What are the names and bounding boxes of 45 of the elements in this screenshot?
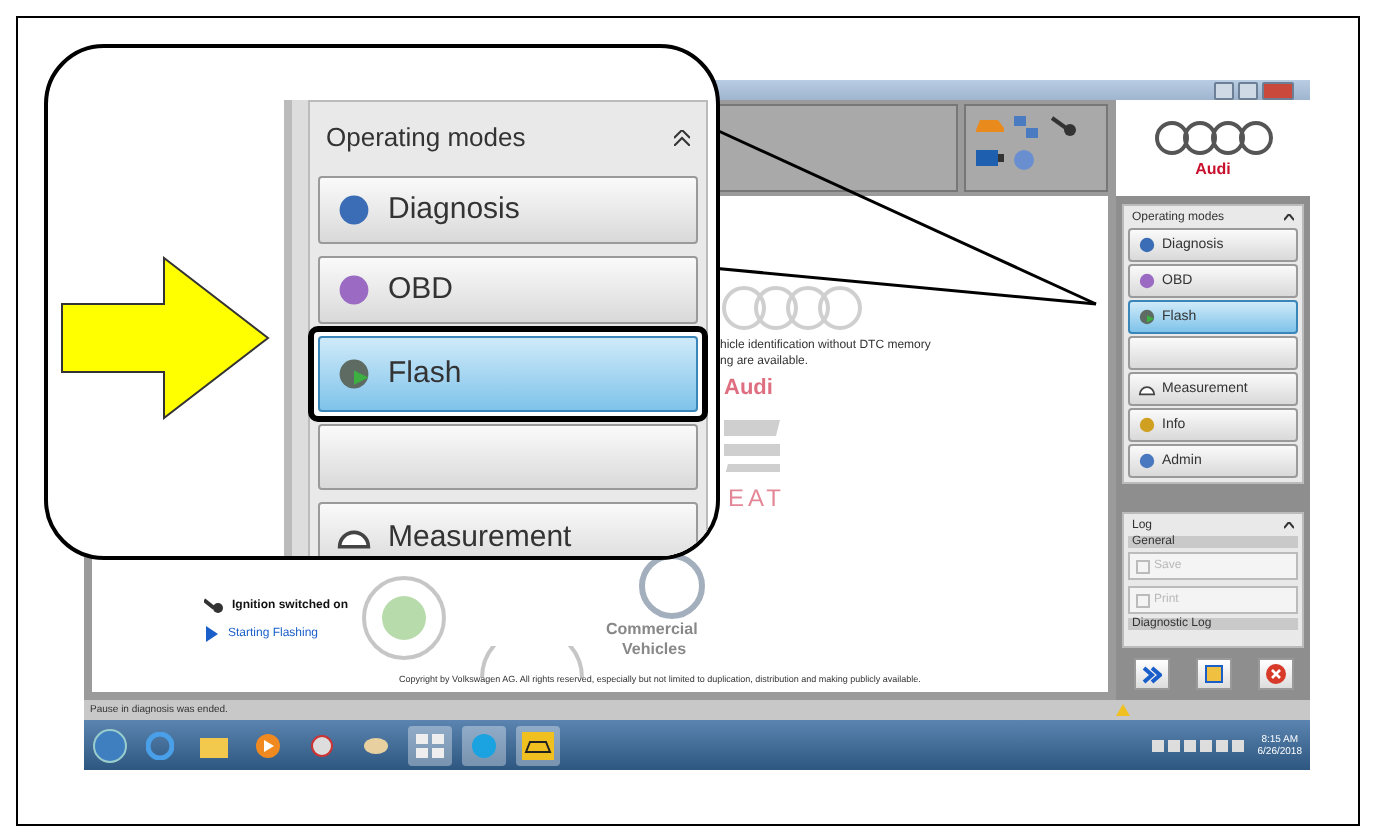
brand-text: Audi: [724, 376, 773, 400]
mode-button[interactable]: Measurement: [318, 502, 698, 556]
close-button[interactable]: [1262, 81, 1294, 99]
close-icon: [1265, 664, 1285, 684]
key-icon: [204, 598, 224, 614]
ring-emblem-icon: [638, 552, 706, 620]
brand-text: Commercial: [606, 620, 698, 638]
frame-icon: [1203, 664, 1223, 684]
round-emblem-icon: [360, 574, 448, 662]
mode-button[interactable]: Flash: [318, 335, 698, 411]
mode-button[interactable]: [1128, 336, 1298, 370]
folder-icon: [200, 733, 228, 757]
collapse-icon[interactable]: [1284, 213, 1294, 223]
brand-text: EAT: [728, 484, 785, 512]
network-icon: [1012, 114, 1040, 142]
warning-icon: [1116, 704, 1130, 716]
double-chevron-icon: [1141, 665, 1161, 683]
document-icon: [1136, 593, 1150, 607]
arc-emblem-icon: [478, 646, 586, 678]
play-icon: [256, 733, 280, 757]
start-button[interactable]: [92, 727, 128, 763]
rings-logo-icon: [1153, 119, 1273, 155]
grid-icon: [416, 733, 444, 757]
key-icon: [1050, 114, 1078, 138]
fit-button[interactable]: [1195, 658, 1231, 690]
tray-icons-drawing: [1149, 737, 1250, 753]
document-icon: [1136, 559, 1150, 573]
brand-name: Audi: [1195, 159, 1231, 177]
usb-icon: [974, 148, 1006, 168]
taskbar-button[interactable]: [516, 725, 560, 765]
minimize-button[interactable]: [1214, 81, 1234, 99]
mode-button[interactable]: OBD: [318, 255, 698, 323]
exit-button[interactable]: [1257, 658, 1293, 690]
collapse-icon[interactable]: [674, 129, 690, 145]
pointer-arrow-icon: [60, 256, 272, 420]
brand-text: Vehicles: [622, 640, 687, 658]
mode-button[interactable]: Diagnosis: [318, 176, 698, 244]
rings-logo-drawing: [720, 284, 864, 332]
panel-title: Operating modes: [326, 122, 526, 152]
forward-button[interactable]: [1133, 658, 1169, 690]
gauge-icon: [1138, 380, 1156, 398]
mode-button[interactable]: [318, 423, 698, 491]
collapse-icon[interactable]: [1284, 521, 1294, 531]
maximize-button[interactable]: [1238, 81, 1258, 99]
play-icon: [204, 626, 220, 642]
